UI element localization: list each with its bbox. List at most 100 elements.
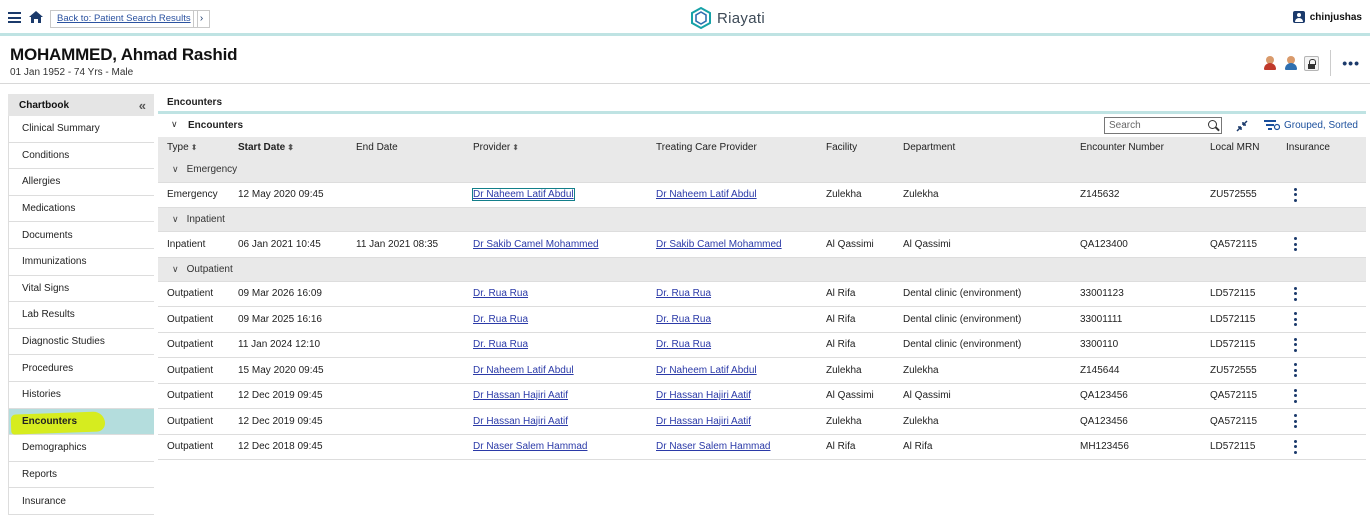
row-actions-icon[interactable] xyxy=(1294,414,1297,429)
chartbook-sidebar: Chartbook « Clinical Summary Conditions … xyxy=(8,94,154,515)
treating-provider-link[interactable]: Dr Sakib Camel Mohammed xyxy=(656,239,782,250)
sidebar-item-reports[interactable]: Reports xyxy=(8,461,154,489)
cell-facility: Al Rifa xyxy=(817,434,894,460)
sidebar-item-label: Documents xyxy=(22,229,73,241)
row-actions-icon[interactable] xyxy=(1294,388,1297,403)
collapse-sidebar-icon[interactable]: « xyxy=(139,98,146,113)
table-row[interactable]: Outpatient 09 Mar 2026 16:09 Dr. Rua Rua Dr… xyxy=(158,281,1366,307)
chevron-down-icon[interactable]: ∨ xyxy=(172,214,179,224)
provider-link[interactable]: Dr Hassan Hajiri Aatif xyxy=(473,416,568,427)
search-input[interactable] xyxy=(1104,117,1222,134)
cell-start-date: 06 Jan 2021 10:45 xyxy=(229,231,347,258)
cell-end-date xyxy=(347,357,464,384)
col-start-date[interactable]: Start Date ⬍ xyxy=(229,137,347,158)
row-actions-icon[interactable] xyxy=(1294,237,1297,252)
provider-link[interactable]: Dr Sakib Camel Mohammed xyxy=(473,239,599,250)
sidebar-item-demographics[interactable]: Demographics xyxy=(8,435,154,462)
sidebar-header: Chartbook « xyxy=(8,94,154,116)
row-actions-icon[interactable] xyxy=(1294,286,1297,301)
col-type[interactable]: Type ⬍ xyxy=(158,137,229,158)
table-row[interactable]: Outpatient 12 Dec 2019 09:45 Dr Hassan Haj… xyxy=(158,408,1366,435)
sidebar-item-clinical-summary[interactable]: Clinical Summary xyxy=(8,116,154,143)
sidebar-item-conditions[interactable]: Conditions xyxy=(8,142,154,170)
more-options-icon[interactable]: ••• xyxy=(1342,55,1360,71)
sidebar-item-label: Encounters xyxy=(22,415,78,427)
provider-link[interactable]: Dr. Rua Rua xyxy=(473,314,528,325)
row-actions-icon[interactable] xyxy=(1294,439,1297,454)
cell-insurance xyxy=(1277,306,1366,333)
chevron-down-icon[interactable]: ∨ xyxy=(172,264,179,274)
cell-type: Outpatient xyxy=(158,332,229,358)
sidebar-item-procedures[interactable]: Procedures xyxy=(8,355,154,382)
provider-link[interactable]: Dr. Rua Rua xyxy=(473,339,528,350)
patient-contact-icon[interactable] xyxy=(1283,55,1299,71)
cell-encounter-number: Z145644 xyxy=(1071,357,1201,384)
user-menu[interactable]: chinjushas xyxy=(1292,11,1362,23)
group-row-outpatient[interactable]: ∨ Outpatient xyxy=(158,257,1366,282)
cell-start-date: 12 Dec 2018 09:45 xyxy=(229,434,347,460)
provider-link[interactable]: Dr Naheem Latif Abdul xyxy=(472,188,575,202)
treating-provider-link[interactable]: Dr Naheem Latif Abdul xyxy=(656,365,757,376)
provider-link[interactable]: Dr Naser Salem Hammad xyxy=(473,441,587,452)
breadcrumb-next-button[interactable]: › xyxy=(193,10,210,28)
care-team-icon[interactable] xyxy=(1262,55,1278,71)
sidebar-item-insurance[interactable]: Insurance xyxy=(8,488,154,515)
col-provider[interactable]: Provider ⬍ xyxy=(464,137,647,158)
table-row[interactable]: Outpatient 12 Dec 2018 09:45 Dr Naser Sale… xyxy=(158,434,1366,460)
treating-provider-link[interactable]: Dr Naser Salem Hammad xyxy=(656,441,770,452)
cell-encounter-number: Z145632 xyxy=(1071,182,1201,208)
row-actions-icon[interactable] xyxy=(1294,312,1297,327)
top-bar: Back to: Patient Search Results › Riayat… xyxy=(0,0,1370,36)
panel-title: Encounters xyxy=(158,94,1366,114)
provider-link[interactable]: Dr. Rua Rua xyxy=(473,288,528,299)
table-row[interactable]: Outpatient 12 Dec 2019 09:45 Dr Hassan Haj… xyxy=(158,383,1366,409)
sidebar-item-encounters[interactable]: Encounters xyxy=(8,408,154,436)
table-row[interactable]: Outpatient 09 Mar 2025 16:16 Dr. Rua Rua Dr… xyxy=(158,306,1366,333)
breadcrumb-back-link[interactable]: Back to: Patient Search Results xyxy=(50,10,198,28)
treating-provider-link[interactable]: Dr. Rua Rua xyxy=(656,288,711,299)
table-row[interactable]: Emergency 12 May 2020 09:45 Dr Naheem Lati… xyxy=(158,182,1366,208)
chevron-down-icon[interactable]: ∨ xyxy=(172,164,179,174)
cell-treating-provider: Dr. Rua Rua xyxy=(647,332,817,358)
group-row-inpatient[interactable]: ∨ Inpatient xyxy=(158,207,1366,232)
provider-link[interactable]: Dr Hassan Hajiri Aatif xyxy=(473,390,568,401)
row-actions-icon[interactable] xyxy=(1294,337,1297,352)
cell-local-mrn: LD572115 xyxy=(1201,306,1277,333)
row-actions-icon[interactable] xyxy=(1294,363,1297,378)
treating-provider-link[interactable]: Dr Hassan Hajiri Aatif xyxy=(656,416,751,427)
home-icon[interactable] xyxy=(28,10,44,24)
cell-end-date: 11 Jan 2021 08:35 xyxy=(347,231,464,258)
cell-provider: Dr Hassan Hajiri Aatif xyxy=(464,383,647,409)
cell-facility: Zulekha xyxy=(817,357,894,384)
sidebar-item-medications[interactable]: Medications xyxy=(8,195,154,223)
group-row-emergency[interactable]: ∨ Emergency xyxy=(158,158,1366,183)
row-actions-icon[interactable] xyxy=(1294,187,1297,202)
sidebar-item-lab-results[interactable]: Lab Results xyxy=(8,302,154,329)
section-header: ∨ Encounters Grouped, Sorted xyxy=(158,114,1366,137)
table-row[interactable]: Outpatient 11 Jan 2024 12:10 Dr. Rua Rua Dr… xyxy=(158,332,1366,358)
cell-treating-provider: Dr Sakib Camel Mohammed xyxy=(647,231,817,258)
treating-provider-link[interactable]: Dr Naheem Latif Abdul xyxy=(656,189,757,200)
sidebar-item-immunizations[interactable]: Immunizations xyxy=(8,248,154,276)
treating-provider-link[interactable]: Dr. Rua Rua xyxy=(656,314,711,325)
table-row[interactable]: Inpatient 06 Jan 2021 10:45 11 Jan 2021 08… xyxy=(158,231,1366,258)
provider-link[interactable]: Dr Naheem Latif Abdul xyxy=(473,365,574,376)
cell-treating-provider: Dr Hassan Hajiri Aatif xyxy=(647,408,817,435)
cell-encounter-number: QA123456 xyxy=(1071,383,1201,409)
search-icon[interactable] xyxy=(1208,120,1217,129)
lock-icon[interactable] xyxy=(1304,55,1320,71)
sidebar-item-histories[interactable]: Histories xyxy=(8,381,154,409)
sidebar-item-allergies[interactable]: Allergies xyxy=(8,169,154,196)
treating-provider-link[interactable]: Dr. Rua Rua xyxy=(656,339,711,350)
cell-local-mrn: ZU572555 xyxy=(1201,357,1277,384)
treating-provider-link[interactable]: Dr Hassan Hajiri Aatif xyxy=(656,390,751,401)
chevron-down-icon[interactable]: ∨ xyxy=(171,119,178,130)
grouped-sorted-toggle[interactable]: Grouped, Sorted xyxy=(1264,120,1358,131)
menu-icon[interactable] xyxy=(8,12,21,23)
sidebar-item-documents[interactable]: Documents xyxy=(8,222,154,249)
col-local-mrn: Local MRN xyxy=(1201,137,1277,158)
sidebar-item-diagnostic-studies[interactable]: Diagnostic Studies xyxy=(8,328,154,356)
collapse-arrows-icon[interactable] xyxy=(1235,120,1249,132)
sidebar-item-vital-signs[interactable]: Vital Signs xyxy=(8,275,154,303)
table-row[interactable]: Outpatient 15 May 2020 09:45 Dr Naheem Lat… xyxy=(158,357,1366,384)
